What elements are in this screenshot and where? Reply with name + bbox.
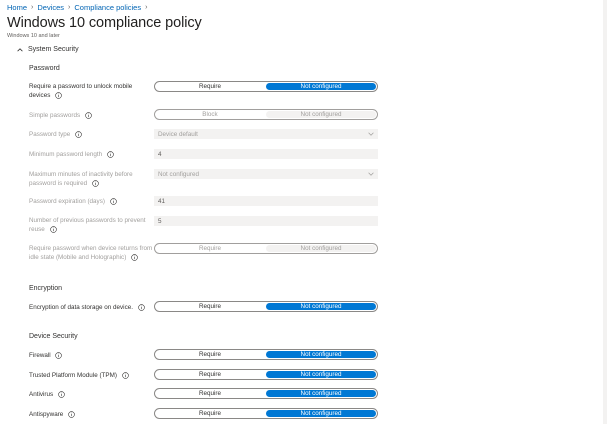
info-icon[interactable]	[58, 391, 65, 398]
group-title-device-security: Device Security	[29, 333, 78, 340]
input-min-password-length[interactable]: 4	[154, 149, 378, 159]
info-icon[interactable]	[121, 372, 129, 379]
label-tpm: Trusted Platform Module (TPM)	[29, 371, 159, 380]
option-require[interactable]: Require	[155, 409, 265, 418]
option-require[interactable]: Require	[155, 244, 265, 253]
label-require-password: Require a password to unlock mobile devi…	[29, 83, 133, 99]
dropdown-max-inactivity[interactable]: Not configured	[154, 169, 378, 179]
page-title: Windows 10 compliance policy	[7, 15, 202, 31]
label-previous-passwords: Number of previous passwords to prevent …	[29, 217, 146, 233]
input-previous-passwords[interactable]: 5	[154, 216, 378, 226]
section-title: System Security	[28, 46, 79, 53]
info-icon[interactable]	[131, 254, 138, 261]
scrollbar[interactable]	[603, 0, 607, 424]
toggle-firewall[interactable]: Require Not configured	[154, 349, 378, 360]
label-max-inactivity: Maximum minutes of inactivity before pas…	[29, 171, 133, 187]
dropdown-password-type[interactable]: Device default	[154, 129, 378, 139]
label-password-type: Password type	[29, 130, 154, 139]
page-subtitle: Windows 10 and later	[7, 33, 60, 39]
label-min-password-length: Minimum password length	[29, 150, 154, 159]
toggle-simple-passwords[interactable]: Block Not configured	[154, 109, 378, 120]
info-icon[interactable]	[55, 92, 62, 99]
input-password-expiration[interactable]: 41	[154, 196, 378, 206]
dropdown-value: Device default	[158, 130, 198, 138]
chevron-down-icon	[368, 172, 374, 176]
label-firewall: Firewall	[29, 351, 154, 360]
section-system-security[interactable]: System Security	[17, 46, 79, 53]
option-not-configured[interactable]: Not configured	[266, 83, 376, 90]
option-require[interactable]: Require	[155, 302, 265, 311]
option-not-configured[interactable]: Not configured	[266, 390, 376, 397]
toggle-antivirus[interactable]: Require Not configured	[154, 388, 378, 399]
toggle-require-password[interactable]: Require Not configured	[154, 81, 378, 92]
group-title-encryption: Encryption	[29, 285, 63, 292]
label-antispyware: Antispyware	[29, 410, 154, 419]
info-icon[interactable]	[55, 352, 63, 359]
option-require[interactable]: Require	[155, 370, 265, 379]
label-simple-passwords: Simple passwords	[29, 111, 154, 120]
toggle-antispyware[interactable]: Require Not configured	[154, 408, 378, 419]
label-password-expiration: Password expiration (days)	[29, 197, 154, 206]
chevron-right-icon: ›	[68, 4, 71, 11]
dropdown-value: Not configured	[158, 170, 199, 178]
chevron-up-icon	[17, 47, 23, 51]
chevron-down-icon	[368, 132, 374, 136]
info-icon[interactable]	[109, 198, 117, 205]
label-require-on-idle: Require password when device returns fro…	[29, 245, 153, 261]
option-not-configured[interactable]: Not configured	[266, 351, 376, 358]
option-require[interactable]: Require	[155, 389, 265, 398]
breadcrumb-compliance-policies[interactable]: Compliance policies	[74, 3, 141, 12]
option-require[interactable]: Require	[155, 350, 265, 359]
info-icon[interactable]	[137, 304, 145, 311]
option-block[interactable]: Block	[155, 110, 265, 119]
info-icon[interactable]	[107, 151, 114, 158]
breadcrumb-devices[interactable]: Devices	[37, 3, 64, 12]
label-encryption-storage: Encryption of data storage on device.	[29, 303, 154, 312]
info-icon[interactable]	[75, 131, 82, 138]
option-require[interactable]: Require	[155, 82, 265, 91]
chevron-right-icon: ›	[145, 4, 148, 11]
info-icon[interactable]	[68, 411, 75, 418]
info-icon[interactable]	[49, 226, 57, 233]
option-not-configured[interactable]: Not configured	[266, 410, 376, 417]
toggle-encryption-storage[interactable]: Require Not configured	[154, 301, 378, 312]
label-antivirus: Antivirus	[29, 390, 154, 399]
chevron-right-icon: ›	[31, 4, 34, 11]
group-title-password: Password	[29, 65, 60, 72]
toggle-require-on-idle[interactable]: Require Not configured	[154, 243, 378, 254]
option-not-configured[interactable]: Not configured	[266, 111, 376, 118]
breadcrumb-home[interactable]: Home	[7, 3, 27, 12]
info-icon[interactable]	[85, 112, 92, 119]
option-not-configured[interactable]: Not configured	[266, 371, 376, 378]
option-not-configured[interactable]: Not configured	[266, 245, 376, 252]
option-not-configured[interactable]: Not configured	[266, 303, 376, 310]
breadcrumb: Home › Devices › Compliance policies ›	[7, 3, 147, 12]
toggle-tpm[interactable]: Require Not configured	[154, 369, 378, 380]
info-icon[interactable]	[92, 180, 99, 187]
